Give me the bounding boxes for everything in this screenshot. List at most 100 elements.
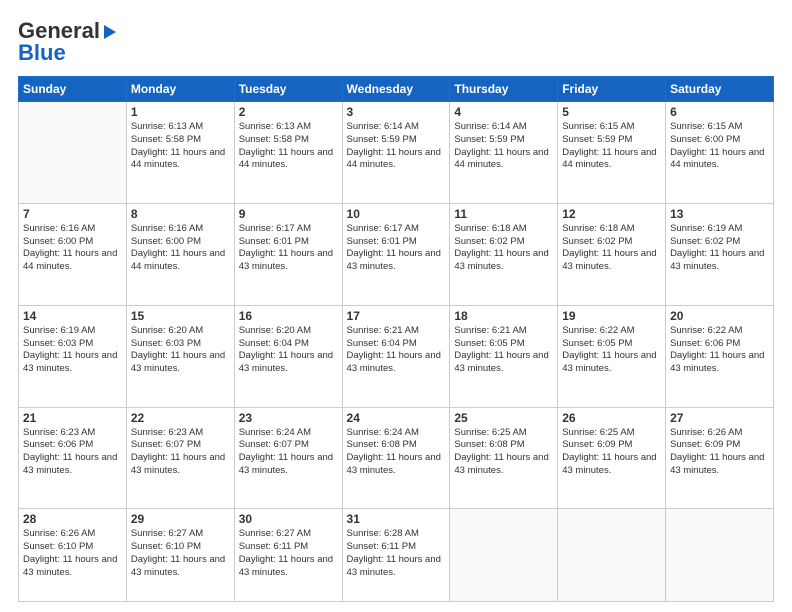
day-number: 3 <box>347 105 446 119</box>
day-number: 29 <box>131 512 230 526</box>
cell-info: Sunrise: 6:26 AMSunset: 6:10 PMDaylight:… <box>23 528 122 579</box>
day-number: 27 <box>670 411 769 425</box>
logo-arrow-icon <box>101 23 119 41</box>
calendar-cell: 21Sunrise: 6:23 AMSunset: 6:06 PMDayligh… <box>19 407 127 509</box>
day-number: 9 <box>239 207 338 221</box>
col-header-friday: Friday <box>558 77 666 102</box>
calendar-cell: 11 Sunrise: 6:18 AMSunset: 6:02 PMDayligh… <box>450 203 558 305</box>
calendar-body: 1 Sunrise: 6:13 AMSunset: 5:58 PMDaylight… <box>19 102 774 602</box>
day-number: 10 <box>347 207 446 221</box>
calendar-cell: 8Sunrise: 6:16 AMSunset: 6:00 PMDaylight… <box>126 203 234 305</box>
calendar-cell: 29 Sunrise: 6:27 AMSunset: 6:10 PMDayligh… <box>126 509 234 602</box>
day-number: 26 <box>562 411 661 425</box>
day-number: 30 <box>239 512 338 526</box>
col-header-sunday: Sunday <box>19 77 127 102</box>
day-number: 4 <box>454 105 553 119</box>
day-number: 12 <box>562 207 661 221</box>
day-number: 31 <box>347 512 446 526</box>
cell-info: Sunrise: 6:26 AMSunset: 6:09 PMDaylight:… <box>670 427 769 478</box>
cell-info: Sunrise: 6:19 AMSunset: 6:03 PMDaylight:… <box>23 325 122 376</box>
calendar-cell: 27 Sunrise: 6:26 AMSunset: 6:09 PMDayligh… <box>666 407 774 509</box>
calendar-header-row: SundayMondayTuesdayWednesdayThursdayFrid… <box>19 77 774 102</box>
day-number: 18 <box>454 309 553 323</box>
col-header-monday: Monday <box>126 77 234 102</box>
calendar-week-4: 21Sunrise: 6:23 AMSunset: 6:06 PMDayligh… <box>19 407 774 509</box>
calendar-cell <box>558 509 666 602</box>
calendar-cell: 10 Sunrise: 6:17 AMSunset: 6:01 PMDayligh… <box>342 203 450 305</box>
day-number: 2 <box>239 105 338 119</box>
cell-info: Sunrise: 6:17 AMSunset: 6:01 PMDaylight:… <box>239 223 338 274</box>
calendar-cell: 7 Sunrise: 6:16 AMSunset: 6:00 PMDaylight… <box>19 203 127 305</box>
day-number: 19 <box>562 309 661 323</box>
calendar-cell: 23 Sunrise: 6:24 AMSunset: 6:07 PMDayligh… <box>234 407 342 509</box>
calendar-cell: 20Sunrise: 6:22 AMSunset: 6:06 PMDayligh… <box>666 305 774 407</box>
cell-info: Sunrise: 6:22 AMSunset: 6:05 PMDaylight:… <box>562 325 661 376</box>
calendar-cell <box>666 509 774 602</box>
calendar-cell: 9 Sunrise: 6:17 AMSunset: 6:01 PMDaylight… <box>234 203 342 305</box>
day-number: 5 <box>562 105 661 119</box>
logo-blue: Blue <box>18 40 66 66</box>
calendar-cell: 12 Sunrise: 6:18 AMSunset: 6:02 PMDayligh… <box>558 203 666 305</box>
cell-info: Sunrise: 6:20 AMSunset: 6:04 PMDaylight:… <box>239 325 338 376</box>
calendar-cell: 4 Sunrise: 6:14 AMSunset: 5:59 PMDaylight… <box>450 102 558 204</box>
day-number: 24 <box>347 411 446 425</box>
cell-info: Sunrise: 6:24 AMSunset: 6:08 PMDaylight:… <box>347 427 446 478</box>
calendar-cell: 19 Sunrise: 6:22 AMSunset: 6:05 PMDayligh… <box>558 305 666 407</box>
cell-info: Sunrise: 6:27 AMSunset: 6:11 PMDaylight:… <box>239 528 338 579</box>
day-number: 28 <box>23 512 122 526</box>
cell-info: Sunrise: 6:13 AMSunset: 5:58 PMDaylight:… <box>239 121 338 172</box>
cell-info: Sunrise: 6:15 AMSunset: 6:00 PMDaylight:… <box>670 121 769 172</box>
calendar-cell: 3Sunrise: 6:14 AMSunset: 5:59 PMDaylight… <box>342 102 450 204</box>
calendar-cell: 22 Sunrise: 6:23 AMSunset: 6:07 PMDayligh… <box>126 407 234 509</box>
cell-info: Sunrise: 6:18 AMSunset: 6:02 PMDaylight:… <box>454 223 553 274</box>
cell-info: Sunrise: 6:21 AMSunset: 6:04 PMDaylight:… <box>347 325 446 376</box>
calendar-cell: 13 Sunrise: 6:19 AMSunset: 6:02 PMDayligh… <box>666 203 774 305</box>
cell-info: Sunrise: 6:24 AMSunset: 6:07 PMDaylight:… <box>239 427 338 478</box>
cell-info: Sunrise: 6:22 AMSunset: 6:06 PMDaylight:… <box>670 325 769 376</box>
calendar-cell: 2 Sunrise: 6:13 AMSunset: 5:58 PMDaylight… <box>234 102 342 204</box>
cell-info: Sunrise: 6:27 AMSunset: 6:10 PMDaylight:… <box>131 528 230 579</box>
day-number: 22 <box>131 411 230 425</box>
calendar-cell: 16 Sunrise: 6:20 AMSunset: 6:04 PMDayligh… <box>234 305 342 407</box>
cell-info: Sunrise: 6:13 AMSunset: 5:58 PMDaylight:… <box>131 121 230 172</box>
calendar-cell <box>19 102 127 204</box>
cell-info: Sunrise: 6:25 AMSunset: 6:09 PMDaylight:… <box>562 427 661 478</box>
cell-info: Sunrise: 6:28 AMSunset: 6:11 PMDaylight:… <box>347 528 446 579</box>
cell-info: Sunrise: 6:14 AMSunset: 5:59 PMDaylight:… <box>454 121 553 172</box>
calendar-cell: 24 Sunrise: 6:24 AMSunset: 6:08 PMDayligh… <box>342 407 450 509</box>
header: General Blue <box>18 18 774 66</box>
calendar-cell <box>450 509 558 602</box>
day-number: 6 <box>670 105 769 119</box>
calendar-cell: 15Sunrise: 6:20 AMSunset: 6:03 PMDayligh… <box>126 305 234 407</box>
col-header-wednesday: Wednesday <box>342 77 450 102</box>
col-header-thursday: Thursday <box>450 77 558 102</box>
cell-info: Sunrise: 6:23 AMSunset: 6:07 PMDaylight:… <box>131 427 230 478</box>
day-number: 17 <box>347 309 446 323</box>
calendar-cell: 31 Sunrise: 6:28 AMSunset: 6:11 PMDayligh… <box>342 509 450 602</box>
day-number: 15 <box>131 309 230 323</box>
day-number: 16 <box>239 309 338 323</box>
cell-info: Sunrise: 6:19 AMSunset: 6:02 PMDaylight:… <box>670 223 769 274</box>
logo: General Blue <box>18 18 119 66</box>
day-number: 7 <box>23 207 122 221</box>
calendar-cell: 14Sunrise: 6:19 AMSunset: 6:03 PMDayligh… <box>19 305 127 407</box>
cell-info: Sunrise: 6:21 AMSunset: 6:05 PMDaylight:… <box>454 325 553 376</box>
day-number: 21 <box>23 411 122 425</box>
day-number: 11 <box>454 207 553 221</box>
day-number: 25 <box>454 411 553 425</box>
calendar-cell: 5 Sunrise: 6:15 AMSunset: 5:59 PMDaylight… <box>558 102 666 204</box>
calendar-week-2: 7 Sunrise: 6:16 AMSunset: 6:00 PMDaylight… <box>19 203 774 305</box>
day-number: 13 <box>670 207 769 221</box>
cell-info: Sunrise: 6:15 AMSunset: 5:59 PMDaylight:… <box>562 121 661 172</box>
calendar-cell: 6 Sunrise: 6:15 AMSunset: 6:00 PMDaylight… <box>666 102 774 204</box>
day-number: 1 <box>131 105 230 119</box>
calendar-cell: 1 Sunrise: 6:13 AMSunset: 5:58 PMDaylight… <box>126 102 234 204</box>
cell-info: Sunrise: 6:18 AMSunset: 6:02 PMDaylight:… <box>562 223 661 274</box>
calendar-cell: 30 Sunrise: 6:27 AMSunset: 6:11 PMDayligh… <box>234 509 342 602</box>
calendar-week-3: 14Sunrise: 6:19 AMSunset: 6:03 PMDayligh… <box>19 305 774 407</box>
cell-info: Sunrise: 6:25 AMSunset: 6:08 PMDaylight:… <box>454 427 553 478</box>
day-number: 23 <box>239 411 338 425</box>
cell-info: Sunrise: 6:17 AMSunset: 6:01 PMDaylight:… <box>347 223 446 274</box>
calendar-cell: 25 Sunrise: 6:25 AMSunset: 6:08 PMDayligh… <box>450 407 558 509</box>
cell-info: Sunrise: 6:16 AMSunset: 6:00 PMDaylight:… <box>23 223 122 274</box>
